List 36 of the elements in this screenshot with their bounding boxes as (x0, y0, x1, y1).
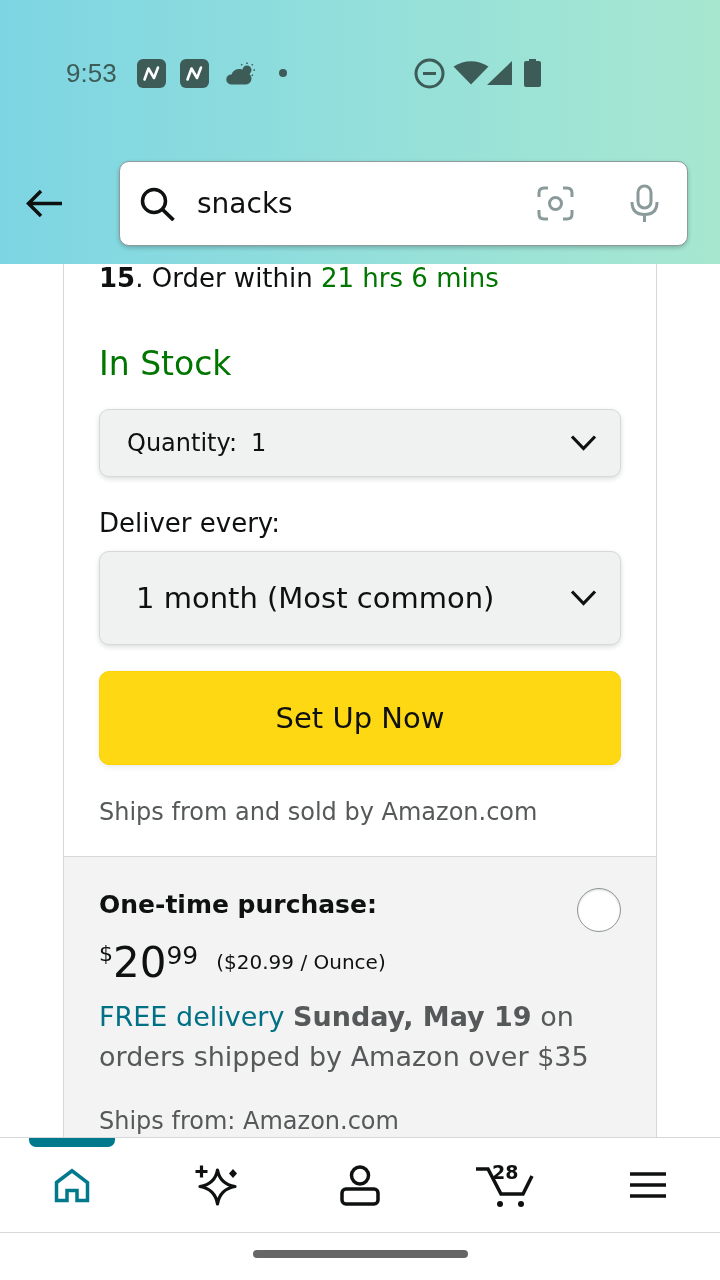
cart-tab[interactable]: 28 (432, 1147, 576, 1232)
set-up-now-button[interactable]: Set Up Now (99, 671, 621, 765)
person-icon (340, 1164, 380, 1206)
seller-note: Ships from and sold by Amazon.com (99, 798, 539, 826)
back-button[interactable] (25, 188, 63, 219)
delivery-info: FREE delivery Sunday, May 19 on orders shipped by Amazon over $35 (99, 1000, 590, 1074)
search-field[interactable]: snacks (119, 161, 688, 246)
app-icon (136, 58, 166, 88)
sparkle-icon (194, 1163, 238, 1207)
signal-icon (486, 61, 512, 85)
home-icon (54, 1167, 90, 1203)
cloud-sun-icon (224, 61, 255, 85)
frequency-dropdown[interactable]: 1 month (Most common) (99, 551, 621, 645)
battery-icon (523, 59, 541, 87)
ships-from-text: Ships from: Amazon.com (99, 1107, 400, 1135)
chevron-down-icon (570, 589, 597, 607)
wifi-icon (452, 61, 489, 85)
search-icon (140, 186, 176, 221)
stock-status: In Stock (99, 344, 233, 384)
status-time: 9:53 (66, 60, 117, 86)
microphone-icon[interactable] (628, 184, 661, 223)
chevron-down-icon (570, 434, 597, 452)
arrow-left-icon (25, 188, 63, 219)
search-input[interactable]: snacks (197, 183, 525, 224)
menu-icon (630, 1171, 666, 1199)
do-not-disturb-icon (413, 57, 445, 89)
dot-icon (278, 69, 287, 77)
quantity-dropdown[interactable]: Quantity: 1 (99, 409, 621, 477)
deliver-every-label: Deliver every: (99, 508, 282, 538)
order-deadline-text: 15. Order within 21 hrs 6 mins (99, 264, 500, 292)
free-delivery-link[interactable]: FREE delivery (99, 1001, 285, 1032)
option-title: One-time purchase: (99, 889, 377, 921)
camera-scan-icon[interactable] (537, 186, 574, 221)
radio-button[interactable] (577, 888, 621, 932)
app-icon (179, 58, 209, 88)
unit-price: ($20.99 / Ounce) (216, 950, 386, 974)
